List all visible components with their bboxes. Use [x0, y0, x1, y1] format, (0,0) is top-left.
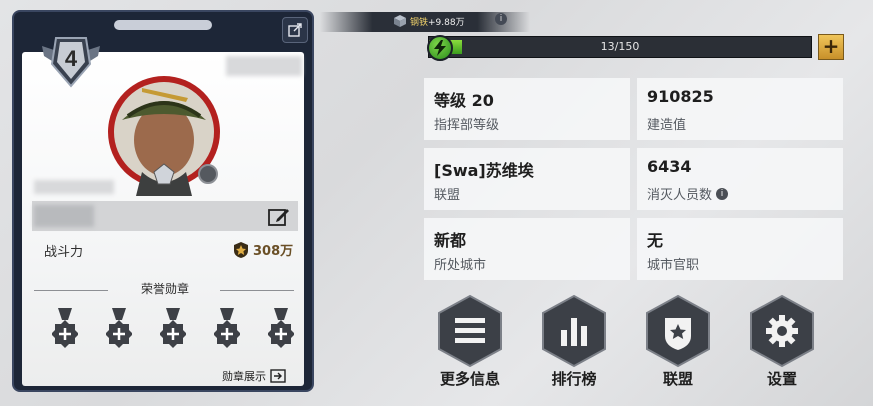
- energy-progress-text: 13/150: [600, 40, 640, 53]
- server-tag-redacted: [34, 180, 114, 194]
- stat-value: 新都: [434, 231, 467, 250]
- profile-card: 4 战斗力 308万 荣誉勋章 勋章展示: [12, 10, 314, 392]
- share-button[interactable]: [282, 17, 308, 43]
- power-value: 308万: [234, 240, 293, 259]
- rank-badge: 4: [40, 32, 102, 92]
- stat-value: 等级 20: [434, 91, 494, 110]
- empty-medal-slot-icon[interactable]: [106, 308, 132, 352]
- stat-alliance[interactable]: [Swa]苏维埃 联盟: [424, 148, 630, 210]
- medal-display-link[interactable]: 勋章展示: [222, 368, 286, 384]
- stat-kills: 6434 消灭人员数 i: [637, 148, 843, 210]
- stat-value: 6434: [647, 157, 692, 176]
- divider-right: [220, 290, 294, 291]
- stat-label: 消灭人员数 i: [647, 184, 729, 203]
- kills-info-icon[interactable]: i: [716, 187, 729, 200]
- resource-text: 钢铁+9.88万: [410, 15, 465, 28]
- settings-label[interactable]: 设置: [737, 368, 827, 389]
- leaderboard-button[interactable]: [541, 294, 607, 368]
- resource-info-icon[interactable]: i: [495, 13, 507, 25]
- stat-build-value: 910825 建造值: [637, 78, 843, 140]
- energy-progress-bar: 13/150: [428, 36, 812, 58]
- alliance-button[interactable]: [645, 294, 711, 368]
- rank-level: 4: [64, 46, 78, 71]
- stat-city-office: 无 城市官职: [637, 218, 843, 280]
- stat-value: [Swa]苏维埃: [434, 161, 534, 180]
- stat-label: 联盟: [434, 188, 461, 203]
- avatar-change-icon[interactable]: [198, 164, 218, 184]
- stat-label: 所处城市: [434, 258, 487, 273]
- alliance-label[interactable]: 联盟: [633, 368, 723, 389]
- player-name-bar[interactable]: [32, 201, 298, 231]
- empty-medal-slot-icon[interactable]: [268, 308, 294, 352]
- stat-value: 无: [647, 231, 664, 250]
- card-header-bar: [114, 20, 212, 30]
- empty-medal-slot-icon[interactable]: [52, 308, 78, 352]
- settings-button[interactable]: [749, 294, 815, 368]
- list-icon: [455, 318, 485, 343]
- more-info-button[interactable]: [437, 294, 503, 368]
- stat-label: 城市官职: [647, 258, 700, 273]
- power-label: 战斗力: [44, 245, 84, 260]
- more-info-label[interactable]: 更多信息: [425, 368, 515, 389]
- stat-label: 建造值: [647, 118, 687, 133]
- stat-value: 910825: [647, 87, 714, 106]
- arrow-right-box-icon: [270, 369, 286, 383]
- resource-label: 钢铁: [410, 18, 429, 28]
- edit-name-icon[interactable]: [268, 208, 290, 226]
- gear-icon: [766, 315, 798, 347]
- add-energy-button[interactable]: +: [818, 34, 844, 60]
- resource-bonus: +9.88万: [428, 18, 465, 28]
- empty-medal-slot-icon[interactable]: [214, 308, 240, 352]
- stat-city: 新都 所处城市: [424, 218, 630, 280]
- medal-slots: [52, 308, 294, 352]
- stat-hq-level: 等级 20 指挥部等级: [424, 78, 630, 140]
- share-icon: [288, 23, 302, 37]
- star-shield-icon: [234, 241, 248, 258]
- power-amount: 308万: [253, 244, 294, 259]
- steel-cube-icon: [394, 15, 406, 27]
- player-name-redacted: [34, 205, 94, 227]
- player-id-redacted: [226, 56, 302, 76]
- empty-medal-slot-icon[interactable]: [160, 308, 186, 352]
- avatar[interactable]: [102, 68, 226, 196]
- medal-display-label: 勋章展示: [222, 370, 266, 383]
- lightning-icon: [427, 35, 453, 61]
- stat-label: 指挥部等级: [434, 118, 500, 133]
- honor-medals-title: 荣誉勋章: [140, 282, 189, 296]
- leaderboard-label[interactable]: 排行榜: [529, 368, 619, 389]
